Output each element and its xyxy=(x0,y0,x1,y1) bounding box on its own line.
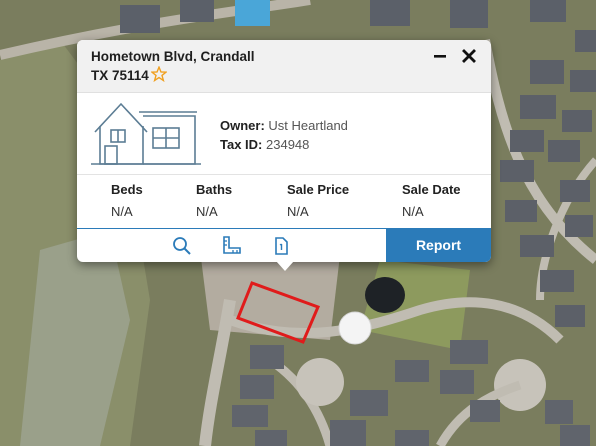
property-popup: Hometown Blvd, Crandall TX 75114 Owner: … xyxy=(77,40,491,271)
divider xyxy=(77,174,491,175)
star-icon[interactable] xyxy=(151,66,167,82)
beds-label: Beds xyxy=(111,182,143,197)
popup-pointer xyxy=(276,261,294,271)
close-icon[interactable] xyxy=(461,48,477,64)
house-illustration xyxy=(91,102,201,165)
sale-date-value: N/A xyxy=(402,204,424,219)
search-icon[interactable] xyxy=(171,235,193,257)
minimize-icon[interactable] xyxy=(432,48,448,64)
popup-header: Hometown Blvd, Crandall TX 75114 xyxy=(77,40,491,93)
sale-price-label: Sale Price xyxy=(287,182,350,197)
owner-info: Owner: Ust Heartland xyxy=(220,118,348,133)
sale-price-value: N/A xyxy=(287,204,309,219)
report-button[interactable]: Report xyxy=(386,228,491,262)
owner-label: Owner: xyxy=(220,118,265,133)
beds-value: N/A xyxy=(111,204,133,219)
owner-value: Ust Heartland xyxy=(268,118,348,133)
ruler-icon[interactable] xyxy=(220,235,242,257)
document-icon[interactable] xyxy=(270,235,292,257)
taxid-value: 234948 xyxy=(266,137,310,152)
popup-body: Hometown Blvd, Crandall TX 75114 Owner: … xyxy=(77,40,491,262)
baths-label: Baths xyxy=(196,182,233,197)
baths-value: N/A xyxy=(196,204,218,219)
sale-date-label: Sale Date xyxy=(402,182,461,197)
address-line-2: TX 75114 xyxy=(91,68,149,83)
taxid-label: Tax ID: xyxy=(220,137,263,152)
address-line-1: Hometown Blvd, Crandall xyxy=(91,49,255,64)
taxid-info: Tax ID: 234948 xyxy=(220,137,309,152)
